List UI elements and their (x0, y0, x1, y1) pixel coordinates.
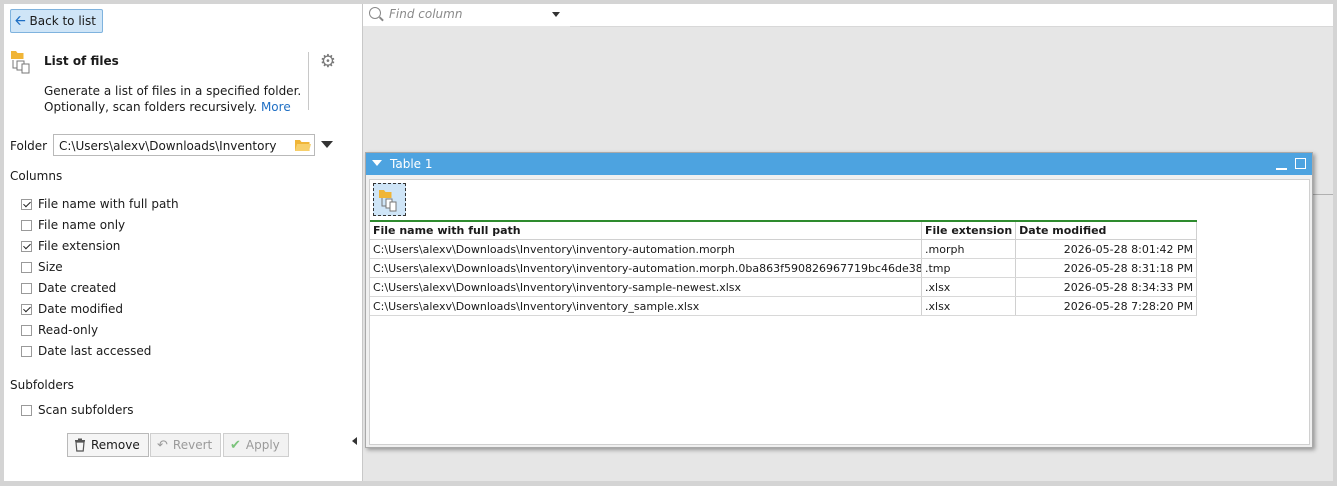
column-header[interactable]: File name with full path (370, 220, 922, 240)
column-option[interactable]: Date last accessed (21, 344, 151, 358)
column-header[interactable]: File extension (921, 220, 1017, 240)
list-of-files-icon (379, 190, 397, 212)
subfolders-section-title: Subfolders (10, 378, 74, 392)
app-frame: 🡠 Back to list List of files Generate a … (4, 4, 1333, 481)
remove-button[interactable]: Remove (67, 433, 149, 457)
search-icon (369, 7, 381, 19)
checkbox[interactable] (21, 219, 32, 231)
revert-button[interactable]: ↶ Revert (150, 433, 222, 457)
checkbox[interactable] (21, 282, 32, 294)
table-header-row: File name with full path File extension … (370, 220, 1198, 240)
columns-section-title: Columns (10, 169, 63, 183)
column-option-label: File extension (38, 239, 121, 253)
table-cell[interactable]: .morph (921, 239, 1017, 259)
check-icon: ✔ (230, 437, 241, 453)
column-option-label: Date modified (38, 302, 124, 316)
table-cell[interactable]: C:\Users\alexv\Downloads\Inventory\inven… (370, 277, 922, 297)
step-selector-button[interactable] (373, 183, 406, 216)
apply-button[interactable]: ✔ Apply (223, 433, 289, 457)
revert-label: Revert (172, 438, 213, 452)
checkbox[interactable] (21, 303, 32, 315)
table-cell[interactable]: .tmp (921, 258, 1017, 278)
step-desc-line1: Generate a list of files in a specified … (44, 84, 302, 98)
divider (308, 52, 309, 110)
find-column-box[interactable]: Find column (363, 4, 571, 26)
table-row[interactable]: C:\Users\alexv\Downloads\Inventory\inven… (370, 239, 1198, 259)
chevron-down-icon[interactable] (552, 12, 560, 17)
table-cell[interactable]: 2026-05-28 7:28:20 PM (1015, 296, 1198, 316)
undo-icon: ↶ (157, 437, 168, 453)
checkbox[interactable] (21, 324, 32, 336)
step-title: List of files (44, 54, 119, 68)
table-window-header[interactable]: Table 1 (366, 153, 1312, 175)
column-header[interactable]: Date modified (1015, 220, 1198, 240)
table-cell[interactable]: 2026-05-28 8:31:18 PM (1015, 258, 1198, 278)
collapse-panel-icon[interactable] (352, 437, 357, 445)
list-of-files-icon (11, 51, 30, 74)
canvas-line (1310, 194, 1333, 195)
checkbox[interactable] (21, 198, 32, 210)
folder-label: Folder (10, 139, 48, 153)
table-row[interactable]: C:\Users\alexv\Downloads\Inventory\inven… (370, 258, 1198, 278)
table-cell[interactable]: 2026-05-28 8:01:42 PM (1015, 239, 1198, 259)
scan-subfolders-label: Scan subfolders (38, 403, 134, 417)
folder-dropdown-chevron-icon[interactable] (321, 141, 333, 148)
column-option-label: File name only (38, 218, 126, 232)
checkbox[interactable] (21, 345, 32, 357)
column-option-label: File name with full path (38, 197, 179, 211)
step-desc-line2: Optionally, scan folders recursively. (44, 100, 258, 114)
column-option[interactable]: Date modified (21, 302, 123, 316)
column-option[interactable]: File extension (21, 239, 120, 253)
table-window: Table 1 File name with full path File ex… (365, 152, 1313, 448)
checkbox[interactable] (21, 404, 32, 416)
gear-icon[interactable]: ⚙ (318, 52, 338, 72)
folder-path-input[interactable]: C:\Users\alexv\Downloads\Inventory (53, 134, 315, 156)
scan-subfolders-option[interactable]: Scan subfolders (21, 403, 134, 417)
step-settings-panel: 🡠 Back to list List of files Generate a … (4, 4, 363, 481)
remove-label: Remove (91, 438, 140, 452)
folder-path-value: C:\Users\alexv\Downloads\Inventory (59, 139, 277, 153)
step-description: Generate a list of files in a specified … (44, 83, 304, 115)
toolbar-strip (570, 4, 1333, 27)
checkbox[interactable] (21, 240, 32, 252)
minimize-icon[interactable] (1276, 168, 1287, 170)
table-row[interactable]: C:\Users\alexv\Downloads\Inventory\inven… (370, 296, 1198, 316)
table-title: Table 1 (390, 157, 433, 171)
column-option[interactable]: Size (21, 260, 63, 274)
table-cell[interactable]: C:\Users\alexv\Downloads\Inventory\inven… (370, 296, 922, 316)
column-option-label: Date last accessed (38, 344, 152, 358)
trash-icon (75, 438, 85, 452)
table-cell[interactable]: 2026-05-28 8:34:33 PM (1015, 277, 1198, 297)
column-option[interactable]: Read-only (21, 323, 98, 337)
table-cell[interactable]: .xlsx (921, 277, 1017, 297)
column-option-label: Read-only (38, 323, 99, 337)
data-table: File name with full path File extension … (370, 220, 1198, 316)
column-option-label: Size (38, 260, 63, 274)
find-column-input[interactable]: Find column (389, 7, 462, 21)
table-cell[interactable]: C:\Users\alexv\Downloads\Inventory\inven… (370, 239, 922, 259)
table-cell[interactable]: .xlsx (921, 296, 1017, 316)
maximize-icon[interactable] (1295, 158, 1306, 169)
column-option[interactable]: Date created (21, 281, 116, 295)
more-link[interactable]: More (261, 100, 291, 114)
table-cell[interactable]: C:\Users\alexv\Downloads\Inventory\inven… (370, 258, 922, 278)
table-row[interactable]: C:\Users\alexv\Downloads\Inventory\inven… (370, 277, 1198, 297)
collapse-triangle-icon[interactable] (372, 160, 382, 166)
column-option-label: Date created (38, 281, 117, 295)
table-window-body: File name with full path File extension … (369, 179, 1310, 445)
arrow-left-icon: 🡠 (15, 13, 26, 29)
open-folder-icon[interactable] (294, 138, 312, 152)
column-option[interactable]: File name with full path (21, 197, 179, 211)
back-to-list-button[interactable]: 🡠 Back to list (10, 9, 103, 33)
column-option[interactable]: File name only (21, 218, 125, 232)
checkbox[interactable] (21, 261, 32, 273)
back-to-list-label: Back to list (29, 14, 96, 28)
apply-label: Apply (245, 438, 280, 452)
